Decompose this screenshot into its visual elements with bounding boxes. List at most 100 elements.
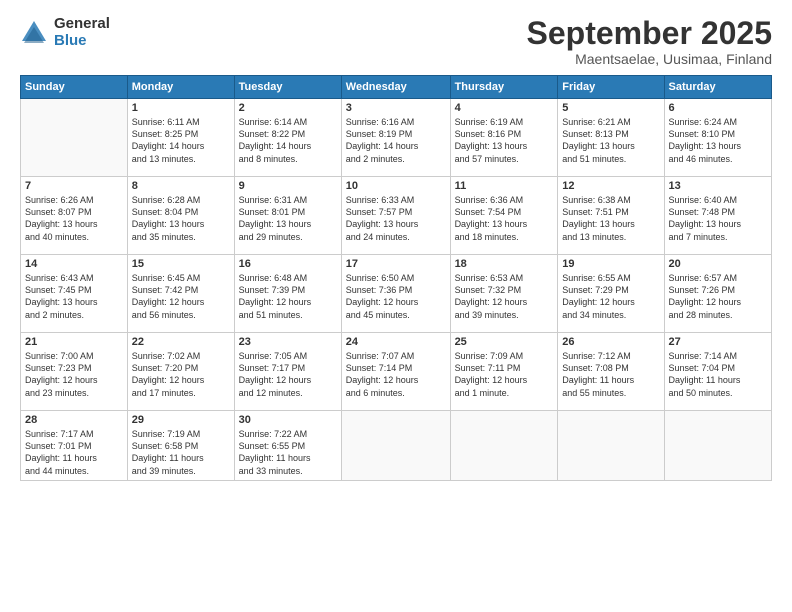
day-info: Sunrise: 6:40 AM Sunset: 7:48 PM Dayligh… — [669, 194, 767, 243]
day-number: 25 — [455, 336, 554, 348]
calendar-cell: 15Sunrise: 6:45 AM Sunset: 7:42 PM Dayli… — [127, 255, 234, 333]
day-number: 1 — [132, 102, 230, 114]
calendar-cell: 13 Sunrise: 6:40 AM Sunset: 7:48 PM Dayli… — [664, 177, 771, 255]
day-info: Sunrise: 6:11 AM Sunset: 8:25 PM Dayligh… — [132, 116, 230, 165]
calendar-cell — [341, 411, 450, 481]
day-number: 9 — [239, 180, 337, 192]
weekday-header-sunday: Sunday — [21, 76, 128, 99]
day-info: Sunrise: 6:33 AM Sunset: 7:57 PM Dayligh… — [346, 194, 446, 243]
day-number: 12 — [562, 180, 659, 192]
day-number: 22 — [132, 336, 230, 348]
day-number: 5 — [562, 102, 659, 114]
logo: General Blue — [20, 16, 110, 49]
week-row-5: 28 Sunrise: 7:17 AM Sunset: 7:01 PM Dayli… — [21, 411, 772, 481]
calendar-page: General Blue September 2025 Maentsaelae,… — [0, 0, 792, 612]
day-info: Sunrise: 7:17 AM Sunset: 7:01 PM Dayligh… — [25, 428, 123, 477]
calendar-cell: 30 Sunrise: 7:22 AM Sunset: 6:55 PM Dayli… — [234, 411, 341, 481]
week-row-1: 1 Sunrise: 6:11 AM Sunset: 8:25 PM Daylig… — [21, 99, 772, 177]
day-info: Sunrise: 6:48 AM Sunset: 7:39 PM Dayligh… — [239, 272, 337, 321]
day-info: Sunrise: 6:16 AM Sunset: 8:19 PM Dayligh… — [346, 116, 446, 165]
day-info: Sunrise: 6:26 AM Sunset: 8:07 PM Dayligh… — [25, 194, 123, 243]
day-number: 30 — [239, 414, 337, 426]
day-number: 23 — [239, 336, 337, 348]
calendar-cell: 4Sunrise: 6:19 AM Sunset: 8:16 PM Daylig… — [450, 99, 558, 177]
day-info: Sunrise: 6:38 AM Sunset: 7:51 PM Dayligh… — [562, 194, 659, 243]
day-info: Sunrise: 6:14 AM Sunset: 8:22 PM Dayligh… — [239, 116, 337, 165]
day-number: 8 — [132, 180, 230, 192]
calendar-cell: 27 Sunrise: 7:14 AM Sunset: 7:04 PM Dayli… — [664, 333, 771, 411]
calendar-cell: 1 Sunrise: 6:11 AM Sunset: 8:25 PM Daylig… — [127, 99, 234, 177]
calendar-cell: 22 Sunrise: 7:02 AM Sunset: 7:20 PM Dayli… — [127, 333, 234, 411]
weekday-header-friday: Friday — [558, 76, 664, 99]
day-info: Sunrise: 7:09 AM Sunset: 7:11 PM Dayligh… — [455, 350, 554, 399]
logo-general-text: General — [54, 16, 110, 33]
day-number: 7 — [25, 180, 123, 192]
day-number: 14 — [25, 258, 123, 270]
location-subtitle: Maentsaelae, Uusimaa, Finland — [527, 51, 772, 67]
day-info: Sunrise: 7:14 AM Sunset: 7:04 PM Dayligh… — [669, 350, 767, 399]
calendar-cell: 18 Sunrise: 6:53 AM Sunset: 7:32 PM Dayli… — [450, 255, 558, 333]
weekday-header-saturday: Saturday — [664, 76, 771, 99]
logo-blue-text: Blue — [54, 33, 110, 50]
calendar-cell: 14 Sunrise: 6:43 AM Sunset: 7:45 PM Dayli… — [21, 255, 128, 333]
day-info: Sunrise: 7:00 AM Sunset: 7:23 PM Dayligh… — [25, 350, 123, 399]
day-info: Sunrise: 6:36 AM Sunset: 7:54 PM Dayligh… — [455, 194, 554, 243]
day-number: 13 — [669, 180, 767, 192]
day-number: 19 — [562, 258, 659, 270]
calendar-cell: 16Sunrise: 6:48 AM Sunset: 7:39 PM Dayli… — [234, 255, 341, 333]
calendar-cell: 11 Sunrise: 6:36 AM Sunset: 7:54 PM Dayli… — [450, 177, 558, 255]
calendar-cell: 19 Sunrise: 6:55 AM Sunset: 7:29 PM Dayli… — [558, 255, 664, 333]
calendar-cell: 2 Sunrise: 6:14 AM Sunset: 8:22 PM Daylig… — [234, 99, 341, 177]
calendar-cell — [558, 411, 664, 481]
day-info: Sunrise: 6:43 AM Sunset: 7:45 PM Dayligh… — [25, 272, 123, 321]
calendar-cell: 10 Sunrise: 6:33 AM Sunset: 7:57 PM Dayli… — [341, 177, 450, 255]
header: General Blue September 2025 Maentsaelae,… — [20, 16, 772, 67]
calendar-cell: 8 Sunrise: 6:28 AM Sunset: 8:04 PM Daylig… — [127, 177, 234, 255]
calendar-cell: 28 Sunrise: 7:17 AM Sunset: 7:01 PM Dayli… — [21, 411, 128, 481]
day-info: Sunrise: 6:28 AM Sunset: 8:04 PM Dayligh… — [132, 194, 230, 243]
day-number: 11 — [455, 180, 554, 192]
day-info: Sunrise: 7:19 AM Sunset: 6:58 PM Dayligh… — [132, 428, 230, 477]
day-info: Sunrise: 7:22 AM Sunset: 6:55 PM Dayligh… — [239, 428, 337, 477]
weekday-header-wednesday: Wednesday — [341, 76, 450, 99]
weekday-header-row: SundayMondayTuesdayWednesdayThursdayFrid… — [21, 76, 772, 99]
day-info: Sunrise: 7:12 AM Sunset: 7:08 PM Dayligh… — [562, 350, 659, 399]
day-info: Sunrise: 6:50 AM Sunset: 7:36 PM Dayligh… — [346, 272, 446, 321]
calendar-cell: 6 Sunrise: 6:24 AM Sunset: 8:10 PM Daylig… — [664, 99, 771, 177]
calendar-cell: 26 Sunrise: 7:12 AM Sunset: 7:08 PM Dayli… — [558, 333, 664, 411]
day-number: 10 — [346, 180, 446, 192]
day-info: Sunrise: 7:05 AM Sunset: 7:17 PM Dayligh… — [239, 350, 337, 399]
day-number: 2 — [239, 102, 337, 114]
day-info: Sunrise: 6:31 AM Sunset: 8:01 PM Dayligh… — [239, 194, 337, 243]
calendar-cell — [450, 411, 558, 481]
calendar-cell: 21 Sunrise: 7:00 AM Sunset: 7:23 PM Dayli… — [21, 333, 128, 411]
day-number: 3 — [346, 102, 446, 114]
week-row-3: 14 Sunrise: 6:43 AM Sunset: 7:45 PM Dayli… — [21, 255, 772, 333]
day-number: 28 — [25, 414, 123, 426]
day-number: 20 — [669, 258, 767, 270]
day-number: 6 — [669, 102, 767, 114]
week-row-2: 7 Sunrise: 6:26 AM Sunset: 8:07 PM Daylig… — [21, 177, 772, 255]
day-info: Sunrise: 7:02 AM Sunset: 7:20 PM Dayligh… — [132, 350, 230, 399]
day-number: 27 — [669, 336, 767, 348]
day-info: Sunrise: 6:45 AM Sunset: 7:42 PM Dayligh… — [132, 272, 230, 321]
day-info: Sunrise: 6:24 AM Sunset: 8:10 PM Dayligh… — [669, 116, 767, 165]
day-info: Sunrise: 6:55 AM Sunset: 7:29 PM Dayligh… — [562, 272, 659, 321]
calendar-cell: 12 Sunrise: 6:38 AM Sunset: 7:51 PM Dayli… — [558, 177, 664, 255]
calendar-cell: 24Sunrise: 7:07 AM Sunset: 7:14 PM Dayli… — [341, 333, 450, 411]
calendar-cell: 17Sunrise: 6:50 AM Sunset: 7:36 PM Dayli… — [341, 255, 450, 333]
weekday-header-monday: Monday — [127, 76, 234, 99]
weekday-header-tuesday: Tuesday — [234, 76, 341, 99]
day-number: 29 — [132, 414, 230, 426]
day-info: Sunrise: 6:57 AM Sunset: 7:26 PM Dayligh… — [669, 272, 767, 321]
calendar-cell: 9 Sunrise: 6:31 AM Sunset: 8:01 PM Daylig… — [234, 177, 341, 255]
calendar-cell: 25 Sunrise: 7:09 AM Sunset: 7:11 PM Dayli… — [450, 333, 558, 411]
month-title: September 2025 — [527, 16, 772, 51]
day-info: Sunrise: 6:53 AM Sunset: 7:32 PM Dayligh… — [455, 272, 554, 321]
calendar-cell — [664, 411, 771, 481]
day-info: Sunrise: 6:21 AM Sunset: 8:13 PM Dayligh… — [562, 116, 659, 165]
day-number: 26 — [562, 336, 659, 348]
day-number: 21 — [25, 336, 123, 348]
day-number: 18 — [455, 258, 554, 270]
week-row-4: 21 Sunrise: 7:00 AM Sunset: 7:23 PM Dayli… — [21, 333, 772, 411]
